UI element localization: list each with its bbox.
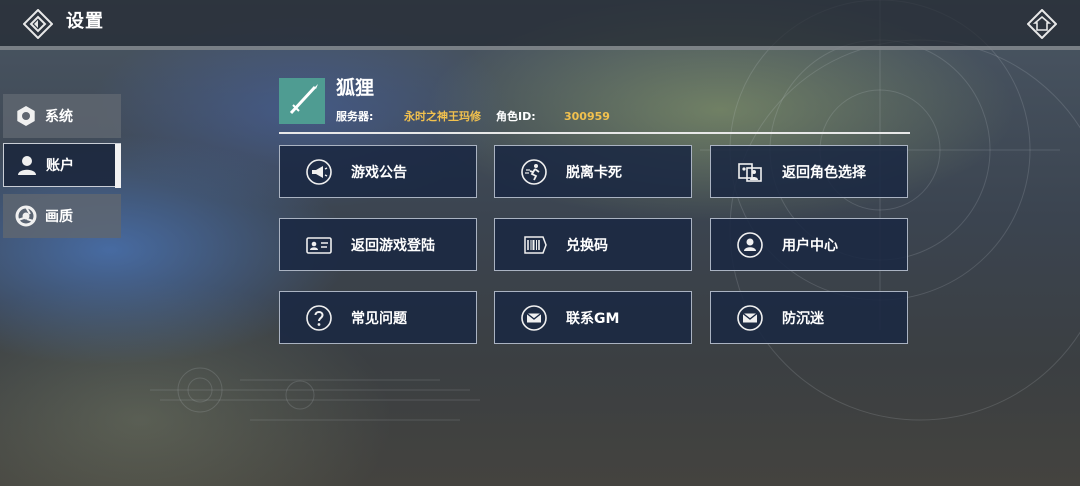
mail-icon [737,304,763,331]
diamond-back-icon [22,8,54,40]
user-center-button[interactable]: 用户中心 [710,218,908,271]
server-label: 服务器: [336,110,374,123]
user-icon [16,154,38,176]
back-button[interactable] [22,8,54,40]
faq-button[interactable]: 常见问题 [279,291,477,344]
server-value: 永时之神王玛修 [404,110,481,123]
role-id-label: 角色ID: [496,110,536,123]
action-label: 用户中心 [782,237,838,254]
unstuck-button[interactable]: 脱离卡死 [494,145,692,198]
username: 狐狸 [336,77,375,99]
announcement-button[interactable]: 游戏公告 [279,145,477,198]
home-button[interactable] [1026,8,1058,40]
role-id-value: 300959 [564,110,610,123]
avatar [279,78,325,124]
action-label: 防沉迷 [782,310,824,327]
sidebar-item-graphics[interactable]: 画质 [3,194,121,238]
action-label: 返回角色选择 [782,164,866,181]
return-login-button[interactable]: 返回游戏登陆 [279,218,477,271]
question-icon [306,304,332,331]
escape-run-icon [521,158,547,185]
top-bar [0,0,1080,46]
action-label: 脱离卡死 [566,164,622,181]
sidebar-item-account[interactable]: 账户 [3,143,121,188]
action-label: 返回游戏登陆 [351,237,435,254]
sidebar-item-label: 画质 [45,209,73,225]
character-select-icon [737,159,763,185]
barcode-icon [521,232,547,258]
sword-icon [289,84,318,115]
profile-divider [279,132,910,134]
user-circle-icon [737,231,763,258]
action-label: 游戏公告 [351,164,407,181]
redeem-code-button[interactable]: 兑换码 [494,218,692,271]
id-card-icon [306,232,332,258]
action-label: 兑换码 [566,237,608,254]
action-label: 常见问题 [351,310,407,327]
character-select-button[interactable]: 返回角色选择 [710,145,908,198]
anti-addiction-button[interactable]: 防沉迷 [710,291,908,344]
action-label: 联系GM [566,310,620,327]
gear-icon [15,105,37,127]
sidebar-item-label: 系统 [45,109,73,125]
top-bar-divider [0,46,1080,50]
sidebar-item-label: 账户 [46,158,74,174]
home-icon [1026,8,1058,40]
sidebar-item-system[interactable]: 系统 [3,94,121,138]
aperture-icon [15,205,37,227]
contact-gm-button[interactable]: 联系GM [494,291,692,344]
megaphone-icon [306,158,332,185]
page-title: 设置 [66,11,104,32]
mail-icon [521,304,547,331]
